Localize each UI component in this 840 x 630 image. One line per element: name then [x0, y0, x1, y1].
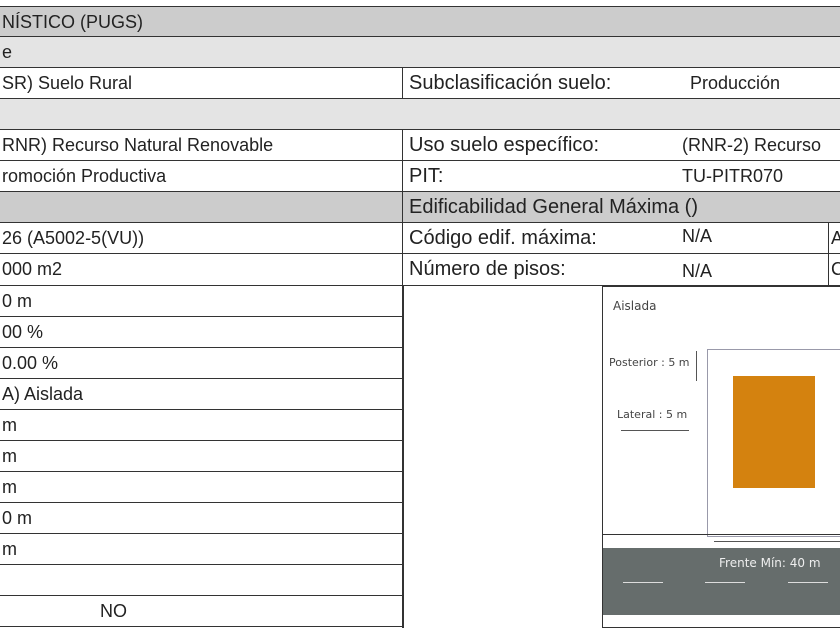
uso-especifico-value: (RNR-2) Recurso [680, 130, 840, 161]
left-value-row: m [0, 472, 402, 503]
road: Frente Mín: 40 m [603, 548, 840, 615]
subsection-header: e [0, 37, 840, 68]
pit-label: PIT: [402, 161, 680, 192]
lateral-label: Lateral : 5 m [617, 408, 688, 421]
left-value-row: m [0, 410, 402, 441]
posterior-label: Posterior : 5 m [609, 356, 690, 369]
codigo-edif-label: Código edif. máxima: [402, 223, 680, 254]
pit-value: TU-PITR070 [680, 161, 840, 192]
codigo-value: 26 (A5002-5(VU)) [0, 223, 402, 254]
left-value-row [0, 565, 402, 596]
setback-diagram: Aislada Posterior : 5 m Lateral : 5 m Fr… [602, 286, 840, 628]
clasificacion-value: SR) Suelo Rural [0, 68, 402, 99]
left-value-row: NO [0, 596, 402, 627]
lote-min-value: 000 m2 [0, 254, 402, 286]
section-title: NÍSTICO (PUGS) [0, 6, 840, 37]
num-pisos-label: Número de pisos: [402, 254, 680, 286]
codigo-edif-extra: A [828, 223, 840, 254]
subclasificacion-value: Producción [684, 68, 840, 99]
building-footprint [733, 376, 815, 488]
left-value-row: 00 % [0, 317, 402, 348]
edificabilidad-title: Edificabilidad General Máxima () [402, 192, 840, 223]
num-pisos-extra: C [828, 254, 840, 286]
left-value-row: 0.00 % [0, 348, 402, 379]
uso-especifico-label: Uso suelo específico: [402, 130, 680, 161]
left-value-row: A) Aislada [0, 379, 402, 410]
subsection-header-2 [0, 99, 840, 130]
tratamiento-value: romoción Productiva [0, 161, 402, 192]
left-value-row: 0 m [0, 503, 402, 534]
num-pisos-value: N/A [680, 254, 828, 286]
left-value-row: 0 m [0, 286, 402, 317]
subclasificacion-label: Subclasificación suelo: [402, 68, 684, 99]
codigo-edif-value: N/A [680, 223, 828, 254]
left-value-row: m [0, 441, 402, 472]
section-header-left [0, 192, 402, 223]
uso-general-value: RNR) Recurso Natural Renovable [0, 130, 402, 161]
left-value-row: m [0, 534, 402, 565]
frente-label: Frente Mín: 40 m [719, 556, 821, 570]
diagram-title: Aislada [613, 299, 657, 313]
